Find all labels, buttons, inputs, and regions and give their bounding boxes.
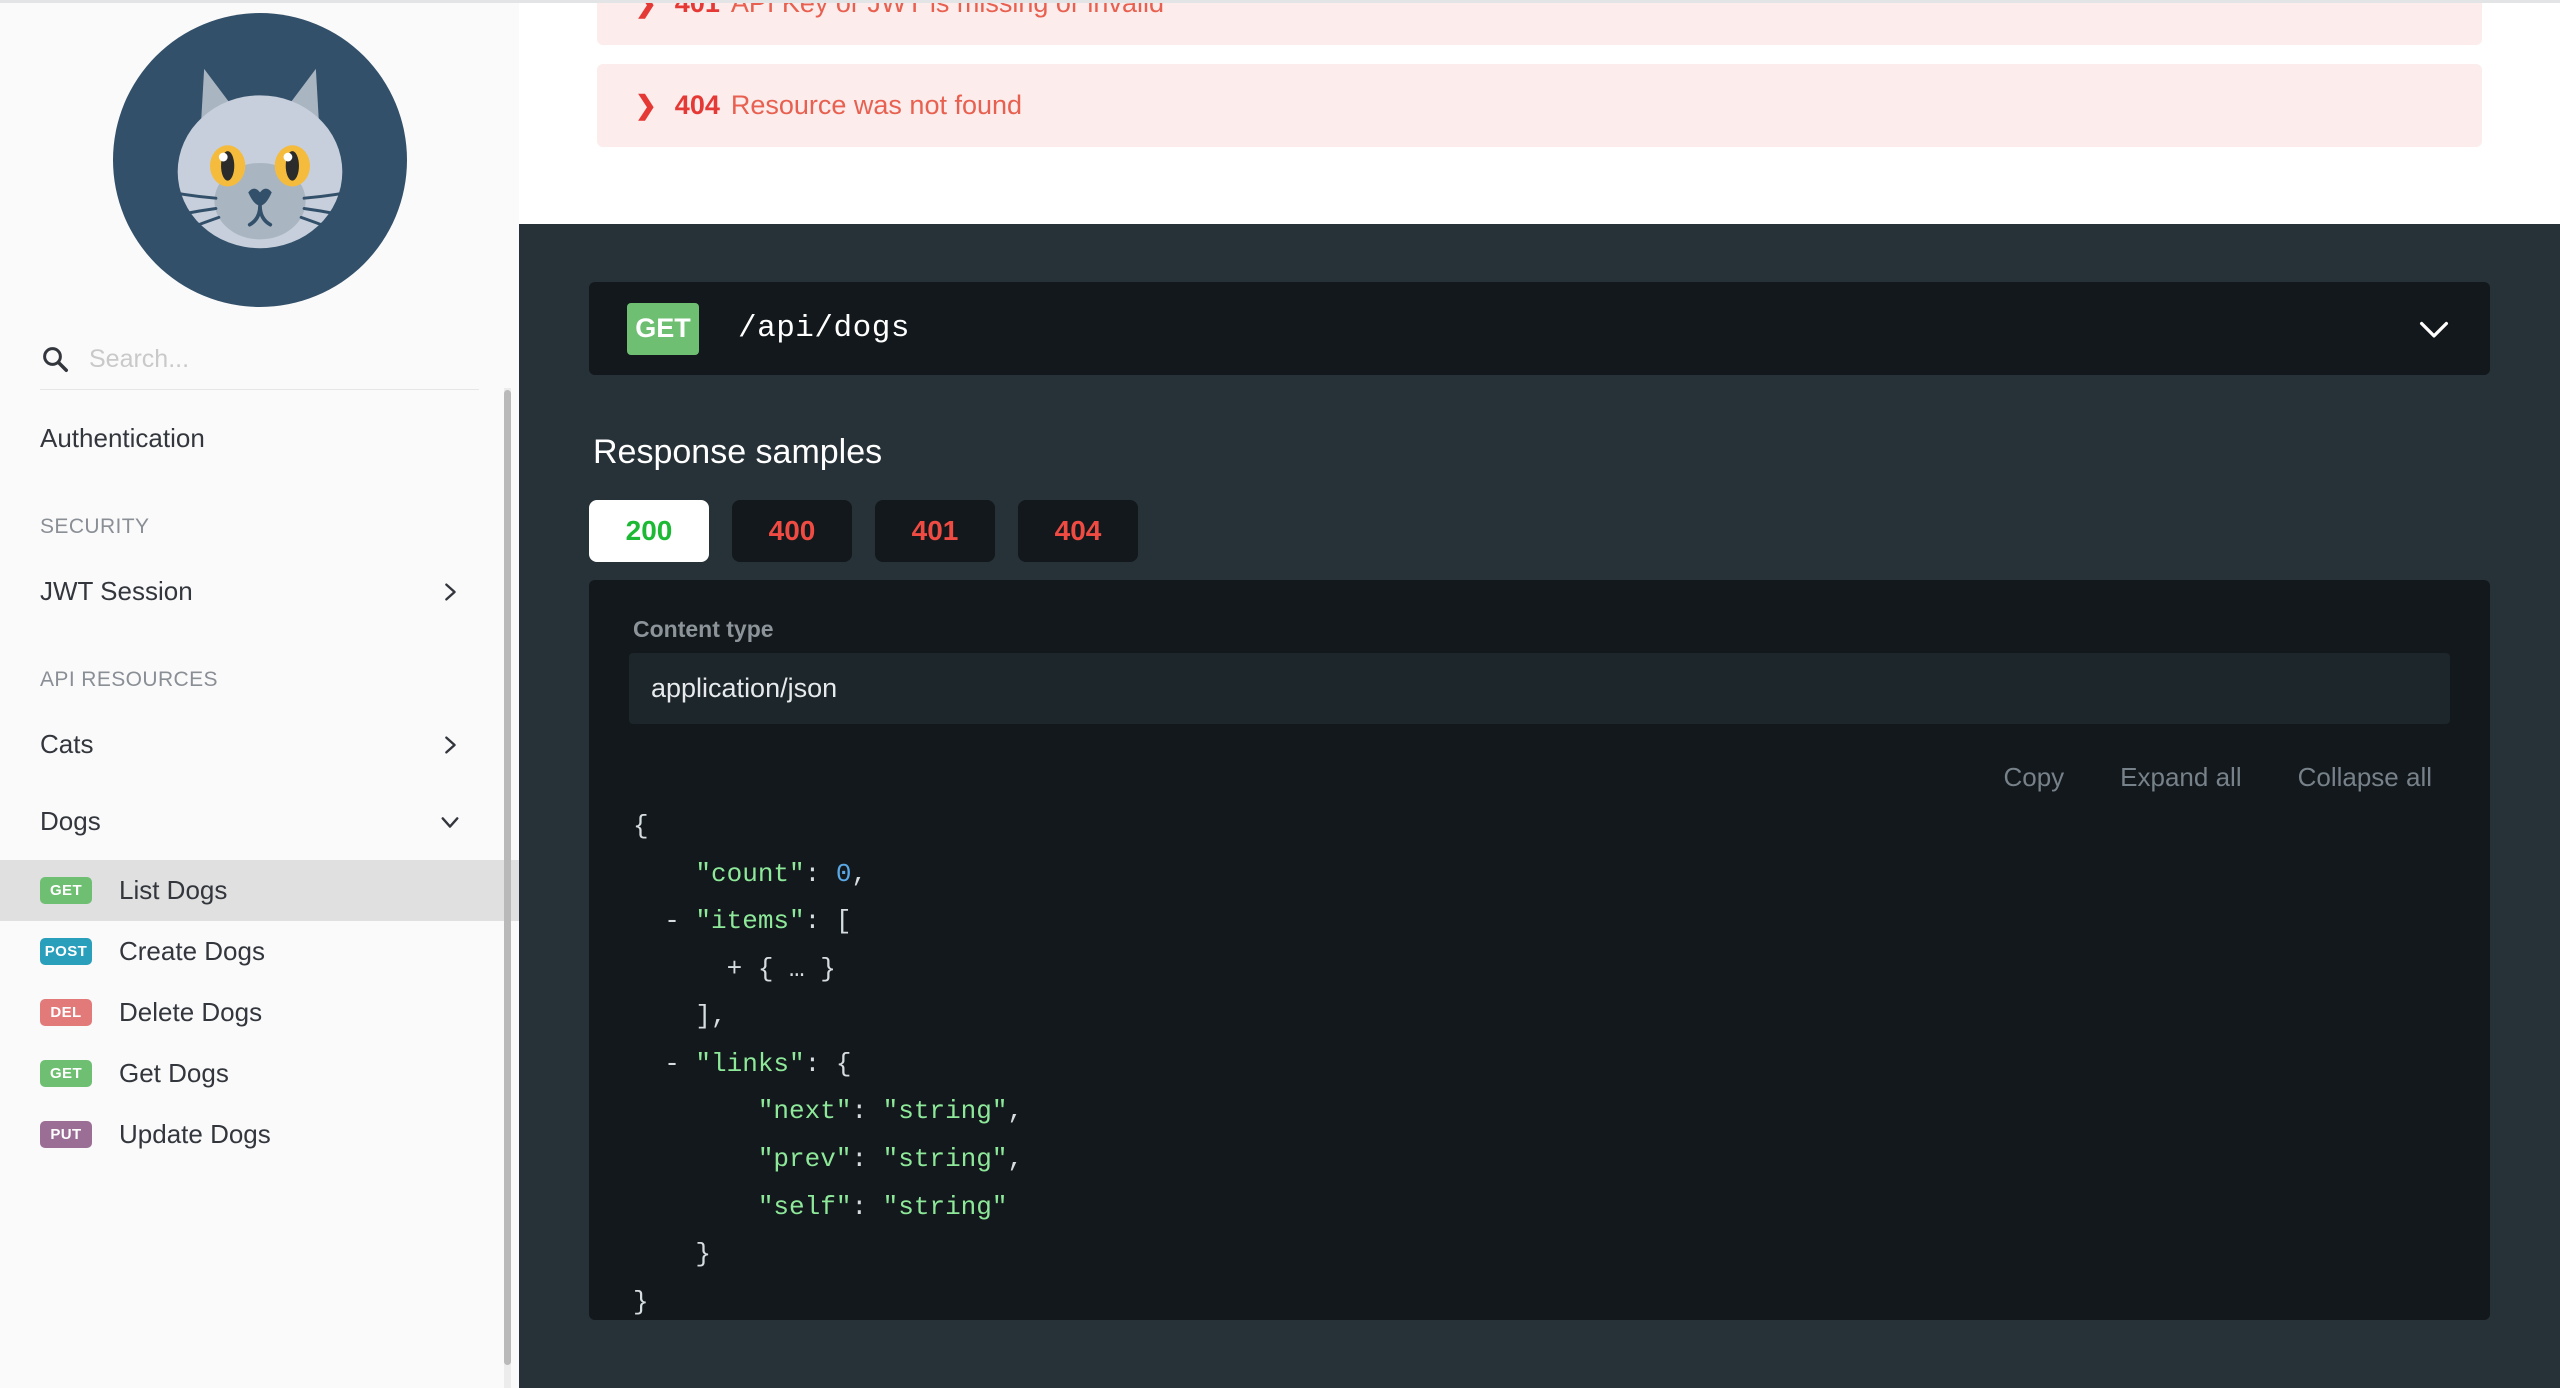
logo-container bbox=[0, 0, 519, 307]
method-badge: GET bbox=[40, 877, 92, 904]
sidebar: Authentication SECURITY JWT Session API … bbox=[0, 0, 519, 1388]
sidebar-top-divider bbox=[0, 0, 519, 3]
search-container[interactable] bbox=[40, 342, 479, 390]
chevron-right-icon bbox=[445, 735, 456, 754]
operation-label: List Dogs bbox=[119, 875, 228, 905]
main-content: ❯ 401 API Key or JWT is missing or inval… bbox=[519, 0, 2560, 1388]
sidebar-operation-create-dogs[interactable]: POST Create Dogs bbox=[0, 921, 519, 982]
sidebar-operation-list-dogs[interactable]: GET List Dogs bbox=[0, 860, 519, 921]
endpoint-path: /api/dogs bbox=[738, 311, 910, 346]
chevron-down-icon bbox=[441, 816, 459, 828]
sidebar-group-title-security: SECURITY bbox=[40, 515, 150, 538]
main-top-divider bbox=[519, 0, 2560, 3]
expand-all-button[interactable]: Expand all bbox=[2120, 762, 2241, 793]
operation-label: Create Dogs bbox=[119, 936, 265, 966]
sidebar-scrollbar-thumb[interactable] bbox=[504, 390, 511, 1365]
operation-label: Delete Dogs bbox=[119, 997, 263, 1027]
error-banner-404[interactable]: ❯ 404 Resource was not found bbox=[597, 64, 2482, 147]
sidebar-item-label: Cats bbox=[40, 729, 94, 759]
response-body-card: Content type application/json Copy Expan… bbox=[589, 580, 2490, 1320]
code-actions: Copy Expand all Collapse all bbox=[629, 762, 2432, 793]
response-samples-title: Response samples bbox=[593, 433, 883, 471]
content-type-value[interactable]: application/json bbox=[629, 653, 2450, 724]
content-type-label: Content type bbox=[633, 616, 774, 642]
search-icon bbox=[43, 347, 68, 372]
sidebar-item-cats[interactable]: Cats bbox=[0, 706, 519, 783]
method-badge: GET bbox=[40, 1060, 92, 1087]
endpoint-bar[interactable]: GET /api/dogs bbox=[589, 282, 2490, 375]
chevron-down-icon[interactable] bbox=[2416, 318, 2452, 340]
chevron-right-icon bbox=[445, 582, 456, 601]
sidebar-item-dogs[interactable]: Dogs bbox=[0, 783, 519, 860]
sidebar-nav: Authentication SECURITY JWT Session API … bbox=[0, 390, 519, 1165]
sidebar-item-label: Dogs bbox=[40, 806, 101, 836]
search-input[interactable] bbox=[89, 344, 479, 374]
error-message: Resource was not found bbox=[730, 90, 1023, 120]
copy-button[interactable]: Copy bbox=[2003, 762, 2064, 793]
sidebar-operation-get-dogs[interactable]: GET Get Dogs bbox=[0, 1043, 519, 1104]
method-badge: POST bbox=[40, 938, 92, 965]
response-code-tabs: 200 400 401 404 bbox=[589, 500, 2490, 562]
sidebar-item-label: Authentication bbox=[40, 423, 205, 453]
tab-401[interactable]: 401 bbox=[875, 500, 995, 562]
method-badge: DEL bbox=[40, 999, 92, 1026]
sidebar-operation-delete-dogs[interactable]: DEL Delete Dogs bbox=[0, 982, 519, 1043]
collapse-all-button[interactable]: Collapse all bbox=[2298, 762, 2432, 793]
sidebar-item-authentication[interactable]: Authentication bbox=[0, 400, 519, 477]
sidebar-item-label: JWT Session bbox=[40, 576, 193, 606]
sidebar-group-title-api-resources: API RESOURCES bbox=[40, 668, 218, 691]
endpoint-method-badge: GET bbox=[627, 302, 699, 355]
response-panel: GET /api/dogs Response samples 200 400 4… bbox=[519, 224, 2560, 1388]
sidebar-operation-update-dogs[interactable]: PUT Update Dogs bbox=[0, 1104, 519, 1165]
sidebar-item-jwt-session[interactable]: JWT Session bbox=[0, 553, 519, 630]
chevron-right-icon: ❯ bbox=[635, 90, 657, 120]
json-code-block[interactable]: { "count": 0, - "items": [ + { … } ], - … bbox=[629, 803, 2450, 1326]
error-banner-401[interactable]: ❯ 401 API Key or JWT is missing or inval… bbox=[597, 0, 2482, 45]
operation-label: Update Dogs bbox=[119, 1119, 271, 1149]
api-docs-page: Authentication SECURITY JWT Session API … bbox=[0, 0, 2560, 1388]
operation-label: Get Dogs bbox=[119, 1058, 229, 1088]
method-badge: PUT bbox=[40, 1121, 92, 1148]
tab-400[interactable]: 400 bbox=[732, 500, 852, 562]
cat-logo-icon bbox=[112, 13, 407, 307]
tab-200[interactable]: 200 bbox=[589, 500, 709, 562]
error-code: 404 bbox=[674, 90, 720, 120]
error-banner-list: ❯ 401 API Key or JWT is missing or inval… bbox=[519, 0, 2560, 147]
tab-404[interactable]: 404 bbox=[1018, 500, 1138, 562]
